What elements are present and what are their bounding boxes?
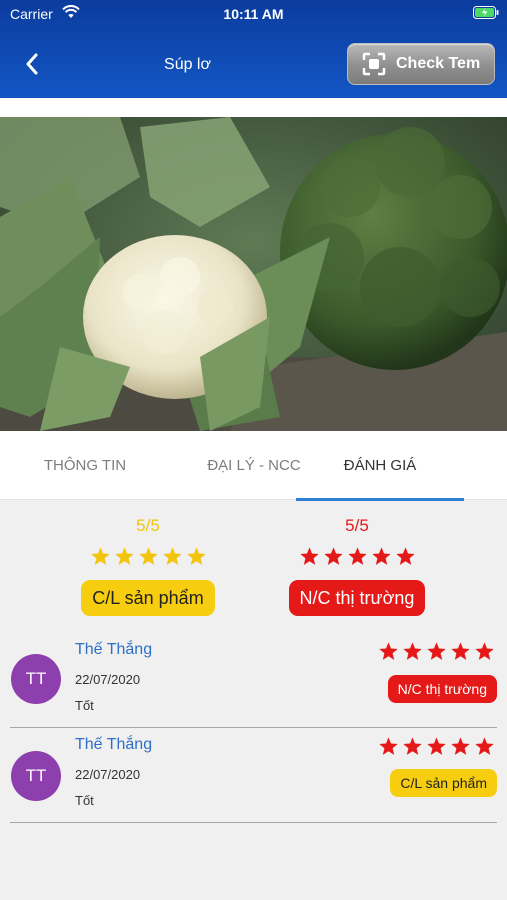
star-icon [451, 737, 470, 755]
star-icon [299, 547, 319, 565]
review-text: Tốt [75, 698, 94, 713]
review-date: 22/07/2020 [75, 767, 141, 782]
avatar: TT [11, 654, 61, 704]
star-icon [371, 547, 391, 565]
tab-label: ĐÁNH GIÁ [343, 457, 417, 474]
star-icon [114, 547, 134, 565]
reviewer-name[interactable]: Thế Thắng [75, 641, 152, 659]
battery-icon [473, 6, 499, 19]
review-date: 22/07/2020 [75, 672, 141, 687]
header-spacer [0, 98, 507, 117]
star-icon [90, 547, 110, 565]
star-icon [347, 547, 367, 565]
star-icon [475, 642, 494, 660]
reviewer-name[interactable]: Thế Thắng [75, 736, 152, 754]
tab-active-indicator [296, 498, 464, 501]
scan-icon [362, 52, 386, 76]
star-icon [395, 547, 415, 565]
product-image [0, 117, 507, 431]
back-button[interactable] [14, 46, 50, 82]
star-icon [427, 642, 446, 660]
summary-score: 5/5 [136, 516, 160, 535]
summary-market: 5/5 N/C thị trường [267, 516, 447, 616]
star-icon [379, 737, 398, 755]
star-icon [323, 547, 343, 565]
review-text: Tốt [75, 793, 94, 808]
clock: 10:11 AM [223, 6, 284, 22]
star-icon [451, 642, 470, 660]
star-icon [162, 547, 182, 565]
tab-bar: THÔNG TIN ĐẠI LÝ - NCC ĐÁNH GIÁ [0, 431, 507, 501]
star-icon [403, 737, 422, 755]
summary-score: 5/5 [345, 516, 369, 535]
summary-stars [58, 546, 238, 568]
review-item: TT Thế Thắng 22/07/2020 Tốt N/C thị trườ… [0, 630, 507, 728]
check-tem-button[interactable]: Check Tem [347, 43, 495, 85]
star-icon [475, 737, 494, 755]
review-stars [378, 736, 495, 757]
review-stars [378, 641, 495, 662]
star-icon [138, 547, 158, 565]
star-icon [427, 737, 446, 755]
quality-badge: C/L sản phẩm [81, 580, 215, 616]
tab-label: ĐẠI LÝ - NCC [207, 457, 301, 474]
summary-stars [267, 546, 447, 568]
tab-label: THÔNG TIN [43, 457, 127, 474]
market-badge: N/C thị trường [288, 580, 426, 616]
review-item: TT Thế Thắng 22/07/2020 Tốt C/L sản phẩm [0, 727, 507, 825]
tab-thong-tin[interactable]: THÔNG TIN [0, 431, 170, 500]
star-icon [403, 642, 422, 660]
check-tem-label: Check Tem [396, 55, 481, 72]
back-chevron-icon [26, 53, 38, 75]
page-title: Súp lơ [164, 56, 211, 73]
tab-danh-gia[interactable]: ĐÁNH GIÁ [296, 431, 464, 501]
summary-quality: 5/5 C/L sản phẩm [58, 516, 238, 616]
header: Carrier 10:11 AM Súp lơ Check Tem [0, 0, 507, 98]
status-bar: Carrier 10:11 AM [0, 0, 507, 28]
review-tag: N/C thị trường [387, 675, 497, 703]
star-icon [186, 547, 206, 565]
review-tag: C/L sản phẩm [390, 769, 497, 797]
star-icon [379, 642, 398, 660]
avatar: TT [11, 751, 61, 801]
divider [10, 822, 497, 823]
